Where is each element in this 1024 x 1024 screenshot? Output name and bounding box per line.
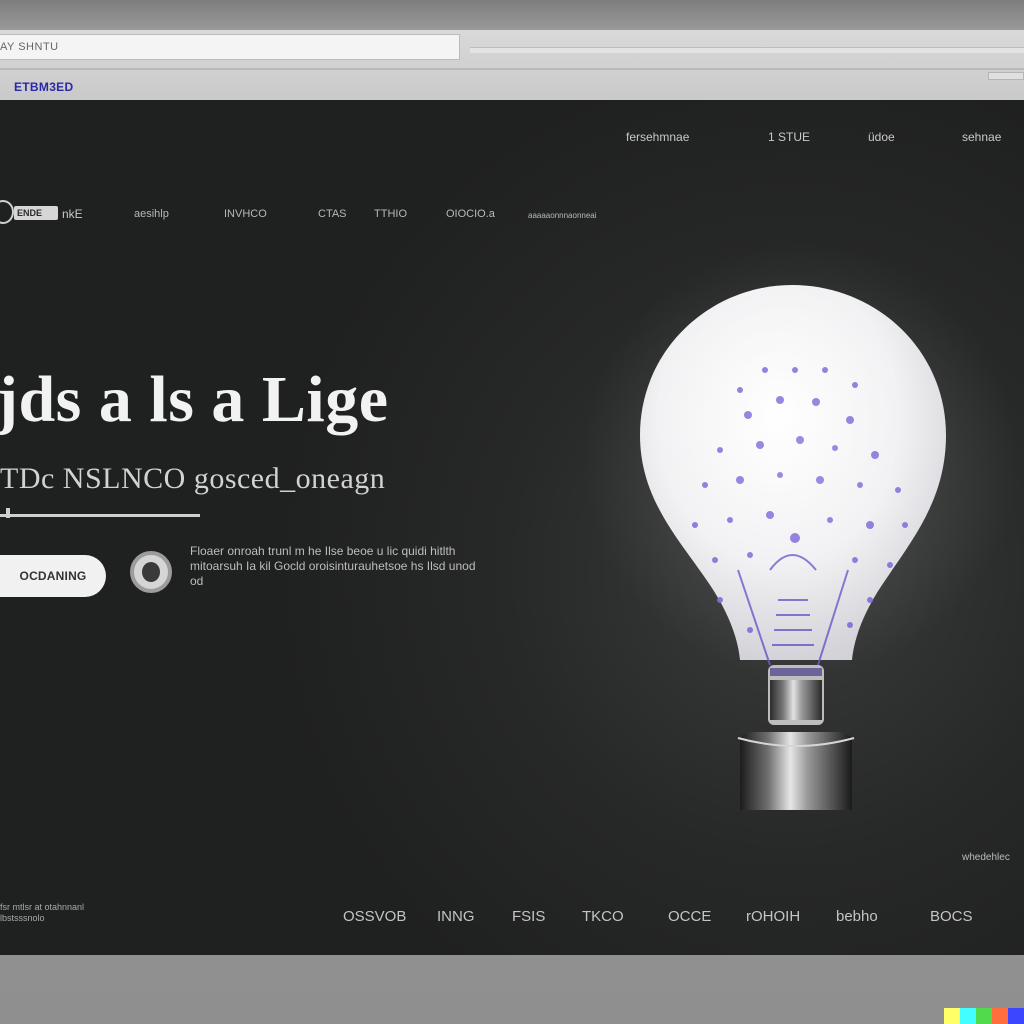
footer-nav-item-8[interactable]: BOCS (930, 908, 973, 925)
strip-swatch-5 (1008, 1008, 1024, 1024)
logo-icon[interactable] (0, 200, 14, 224)
footer-nav-item-2[interactable]: INNG (437, 908, 475, 925)
logo-suffix: nkE (62, 207, 83, 221)
play-video-icon[interactable] (130, 551, 172, 593)
main-nav-item-6[interactable]: aaaaaonnnaonneai (528, 211, 597, 220)
color-strip (944, 1008, 1024, 1024)
top-nav-item-4[interactable]: sehnae (962, 130, 1001, 144)
logo-wordmark[interactable]: ENDE (14, 206, 58, 220)
footer-nav-item-1[interactable]: OSSVOB (343, 908, 406, 925)
hero-subtitle: TDc NSLNCO gosced_oneagn (0, 462, 386, 495)
toolbar-divider (470, 47, 1024, 53)
strip-swatch-2 (960, 1008, 976, 1024)
address-bar[interactable]: AY SHNTU (0, 34, 460, 60)
bookmark-link[interactable]: ETBM3ED (14, 80, 73, 94)
hero-divider (0, 514, 200, 517)
top-nav-item-3[interactable]: üdoe (868, 130, 895, 144)
footer-nav-item-3[interactable]: FSIS (512, 908, 545, 925)
footer-nav-item-6[interactable]: rOHOIH (746, 908, 800, 925)
side-label: whedehlec (962, 852, 1010, 863)
toolbar-divider-lower (0, 68, 1024, 70)
footer-nav-item-7[interactable]: bebho (836, 908, 878, 925)
lightbulb-illustration (580, 240, 1020, 870)
footer-nav-item-5[interactable]: OCCE (668, 908, 711, 925)
website-page: fersehmnae 1 STUE üdoe sehnae ENDE nkE a… (0, 100, 1024, 955)
bulb-glow (580, 240, 1020, 680)
hero-description: Floaer onroah trunl m he Ilse beoe u lic… (190, 544, 476, 588)
main-nav-item-2[interactable]: INVHCO (224, 208, 267, 220)
footer-nav-item-4[interactable]: TKCO (582, 908, 624, 925)
top-nav-item-2[interactable]: 1 STUE (768, 130, 810, 144)
main-nav-item-4[interactable]: TTHIO (374, 208, 407, 220)
main-nav-item-3[interactable]: CTAS (318, 208, 347, 220)
strip-swatch-3 (976, 1008, 992, 1024)
screen-frame: AY SHNTU ETBM3ED fersehmnae 1 STUE üdoe … (0, 0, 1024, 1024)
main-nav-item-5[interactable]: OIOCIO.a (446, 208, 495, 220)
hero-title: jds a ls a Lige (0, 363, 389, 436)
top-nav-item-1[interactable]: fersehmnae (626, 130, 689, 144)
footer-copyright: fsr mtlsr at otahnnanl lbstsssnolo (0, 902, 85, 923)
strip-swatch-4 (992, 1008, 1008, 1024)
cta-button[interactable]: OCDANING (0, 555, 106, 597)
main-nav-item-1[interactable]: aesihlp (134, 208, 169, 220)
strip-swatch-1 (944, 1008, 960, 1024)
browser-tab[interactable] (988, 72, 1024, 80)
